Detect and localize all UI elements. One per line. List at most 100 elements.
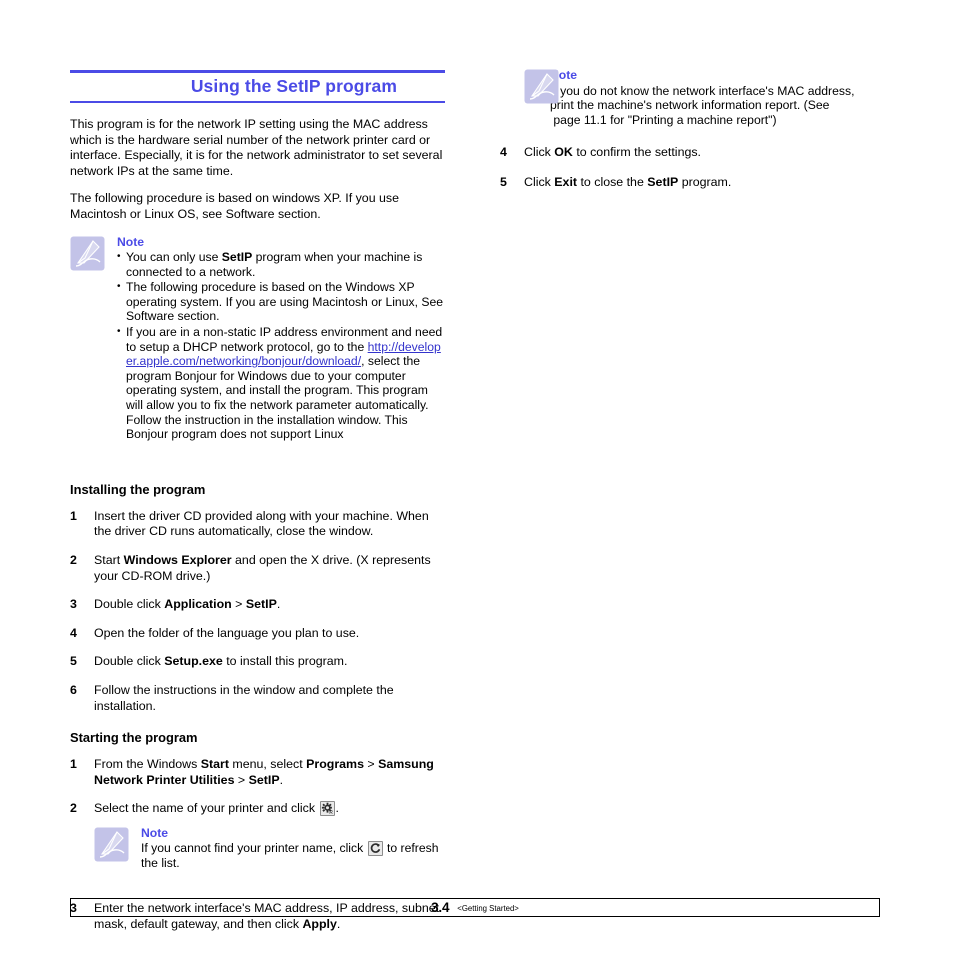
step-install-6: 6 Follow the instructions in the window … <box>70 683 445 714</box>
step-text-part: to confirm the settings. <box>572 145 701 160</box>
step-install-5: 5 Double click Setup.exe to install this… <box>70 654 445 670</box>
step-text: Follow the instructions in the window an… <box>94 683 445 714</box>
step-text-part: Click <box>524 174 555 189</box>
note-label: Note <box>141 825 169 840</box>
page-title: Using the SetIP program <box>190 76 397 96</box>
note-icon <box>70 236 105 271</box>
step-text-part: . <box>336 916 341 931</box>
step-text: Select the name of your printer and clic… <box>94 801 445 817</box>
step-text-bold: SetIP <box>248 772 280 787</box>
step-text-bold: Application <box>164 597 232 612</box>
step-number: 3 <box>70 597 77 612</box>
step-text-bold: Programs <box>306 757 364 772</box>
note-bullet-2-text: The following procedure is based on the … <box>126 280 444 324</box>
step-text: Insert the driver CD provided along with… <box>94 509 445 540</box>
step-text-part: . <box>335 801 339 816</box>
step-text-bold: OK <box>554 145 573 160</box>
step-text-part: Select the name of your printer and clic… <box>94 801 316 816</box>
note-label: Note <box>550 68 578 82</box>
step-install-3: 3 Double click Application > SetIP. <box>70 597 445 613</box>
refresh-icon[interactable] <box>367 841 383 857</box>
step-text-part: . <box>276 597 281 612</box>
step-text: Click Exit to close the SetIP program. <box>524 175 880 191</box>
right-column: Note If you do not know the network inte… <box>500 64 880 203</box>
left-column: Using the SetIP program This program is … <box>70 70 445 945</box>
step-number: 5 <box>70 654 77 669</box>
step-text-part: > <box>363 757 379 772</box>
step-text-part: > <box>234 772 249 787</box>
step-text-bold: SetIP <box>647 174 679 189</box>
step-install-4: 4 Open the folder of the language you pl… <box>70 626 445 642</box>
intro-paragraph-1: This program is for the network IP setti… <box>70 117 443 178</box>
footer-content: 3.4 <Getting Started> <box>71 899 879 917</box>
step-start-2: 2 Select the name of your printer and cl… <box>70 801 445 817</box>
note-text-before: If you cannot find your printer name, cl… <box>141 841 364 856</box>
step-number: 5 <box>500 174 507 189</box>
step-text-part: program. <box>678 174 732 189</box>
step-text-part: Follow the instructions in the window an… <box>94 682 394 713</box>
step-text: From the Windows Start menu, select Prog… <box>94 757 445 788</box>
step-text: Start Windows Explorer and open the X dr… <box>94 553 445 584</box>
step-text-part: Open the folder of the language you plan… <box>94 625 360 640</box>
step-text: Double click Application > SetIP. <box>94 597 445 613</box>
gear-icon[interactable]: R <box>319 801 335 817</box>
note-box-main: Note You can only use SetIP program when… <box>70 235 445 442</box>
step-text: Click OK to confirm the settings. <box>524 145 880 161</box>
step-text-part: menu, select <box>228 757 307 772</box>
step-right-4: 4 Click OK to confirm the settings. <box>500 145 880 161</box>
note-bullet-1: You can only use SetIP program when your… <box>117 250 445 279</box>
step-install-1: 1 Insert the driver CD provided along wi… <box>70 509 445 540</box>
step-number: 1 <box>70 508 77 523</box>
note-bullet-1-bold: SetIP <box>221 250 253 265</box>
note-bullet-list: You can only use SetIP program when your… <box>117 250 445 442</box>
step-number: 1 <box>70 757 77 772</box>
svg-text:R: R <box>329 810 333 815</box>
note-line-2: print the machine's network information … <box>550 98 830 113</box>
note-body: If you cannot find your printer name, cl… <box>141 841 445 871</box>
step-text-bold: SetIP <box>245 597 277 612</box>
step-text-part: From the Windows <box>94 757 201 772</box>
step-text-part: Insert the driver CD provided along with… <box>94 508 429 539</box>
section-heading: Using the SetIP program <box>70 70 445 103</box>
note-box-refresh: Note If you cannot find your printer nam… <box>94 826 445 871</box>
step-right-5: 5 Click Exit to close the SetIP program. <box>500 175 880 191</box>
step-install-2: 2 Start Windows Explorer and open the X … <box>70 553 445 584</box>
note-bullet-1-before: You can only use <box>126 250 222 265</box>
subheading-installing: Installing the program <box>70 481 206 497</box>
note-icon <box>94 827 129 862</box>
note-body: If you do not know the network interface… <box>550 84 880 128</box>
step-text-part: > <box>231 597 246 612</box>
step-text-part: to close the <box>577 174 648 189</box>
step-text-bold: Windows Explorer <box>123 552 232 567</box>
step-number: 6 <box>70 682 77 697</box>
step-text-part: to install this program. <box>222 654 348 669</box>
intro-paragraph-2: The following procedure is based on wind… <box>70 191 400 221</box>
note-label: Note <box>117 234 145 249</box>
step-text-part: Double click <box>94 654 165 669</box>
step-text: Double click Setup.exe to install this p… <box>94 654 445 670</box>
step-number: 2 <box>70 552 77 567</box>
step-text-bold: Exit <box>554 174 578 189</box>
step-text-bold: Setup.exe <box>164 654 223 669</box>
note-line-1: If you do not know the network interface… <box>550 83 855 98</box>
step-text-bold: Apply <box>302 916 337 931</box>
note-bullet-3: If you are in a non-static IP address en… <box>117 325 445 442</box>
footer-section-label: <Getting Started> <box>457 904 519 913</box>
step-text: Open the folder of the language you plan… <box>94 626 445 642</box>
step-number: 4 <box>500 145 507 160</box>
document-page: Using the SetIP program This program is … <box>0 0 954 954</box>
step-text-bold: Start <box>200 757 229 772</box>
step-text-part: . <box>279 772 284 787</box>
step-text-part: Double click <box>94 597 165 612</box>
note-line-3: page 11.1 for "Printing a machine report… <box>550 112 777 127</box>
page-number: 3.4 <box>431 900 450 915</box>
page-footer: 3.4 <Getting Started> <box>70 898 880 917</box>
note-bullet-2: The following procedure is based on the … <box>117 280 445 324</box>
note-box-mac-address: Note If you do not know the network inte… <box>500 68 880 127</box>
subheading-starting: Starting the program <box>70 730 198 746</box>
step-number: 4 <box>70 625 77 640</box>
step-text-part: Click <box>524 145 555 160</box>
step-text-part: Start <box>94 552 124 567</box>
note-icon <box>524 69 559 104</box>
step-number: 2 <box>70 801 77 816</box>
